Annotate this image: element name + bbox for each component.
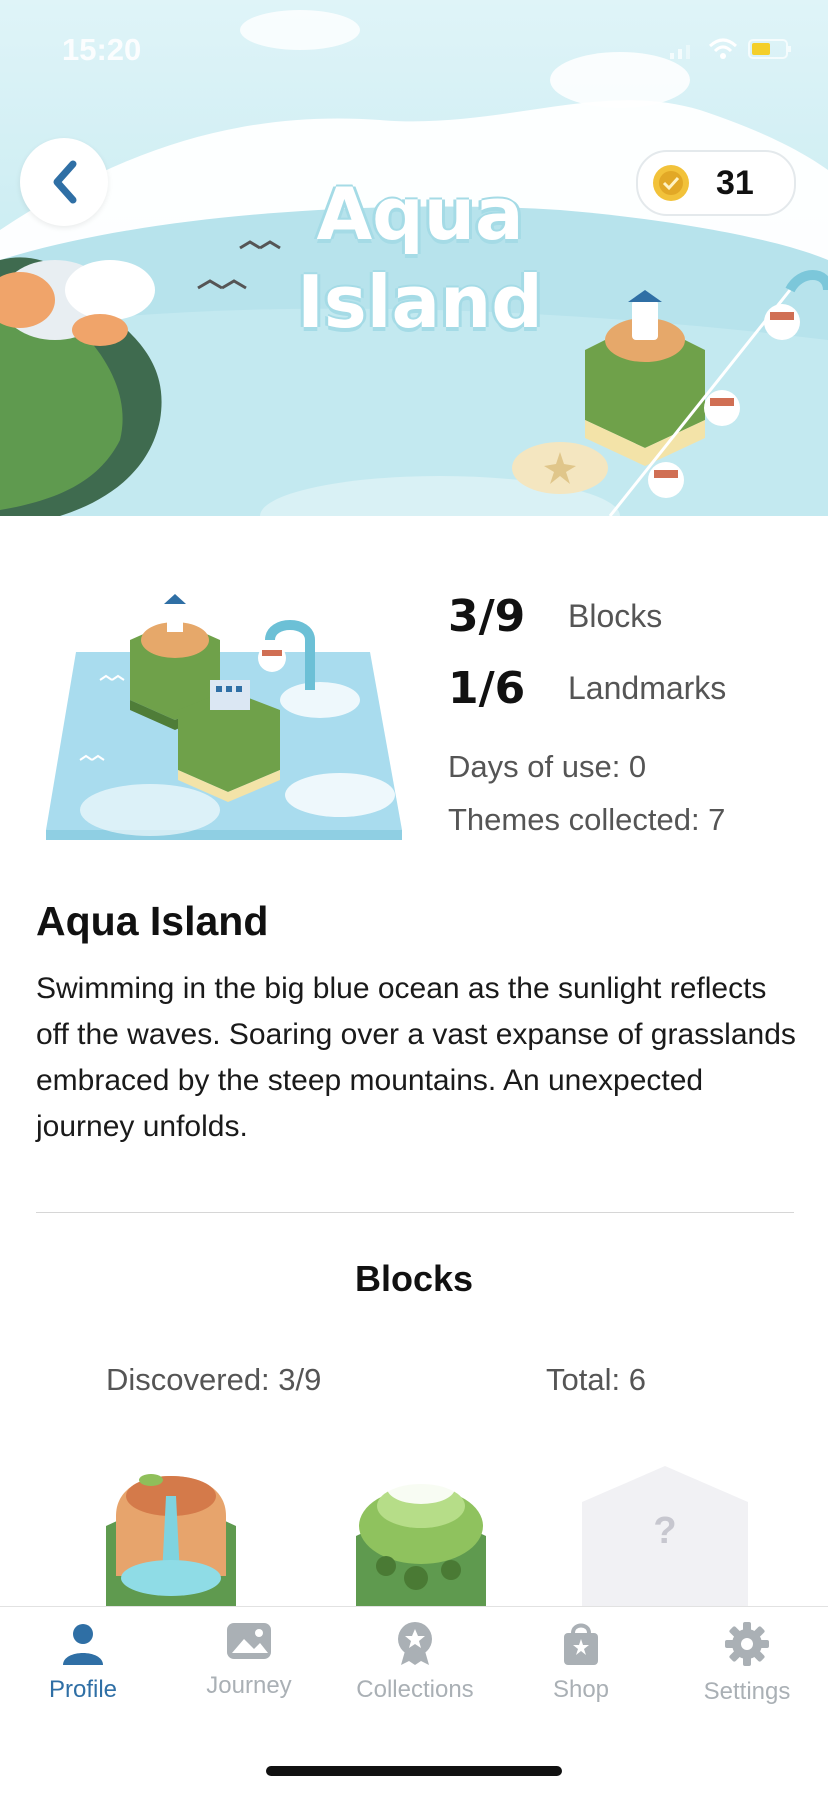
coin-count: 31 — [716, 163, 754, 202]
hero-title-line2: Island — [297, 260, 543, 344]
section-divider — [36, 1212, 794, 1213]
coin-icon — [653, 165, 689, 201]
island-stats: 3/9 Blocks 1/6 Landmarks — [448, 580, 726, 724]
tab-settings-label: Settings — [703, 1678, 791, 1705]
days-of-use: Days of use: 0 — [448, 749, 647, 784]
island-meta: Days of use: 0 Themes collected: 7 — [448, 740, 725, 846]
unknown-block-symbol: ? — [653, 1510, 677, 1552]
tab-shop[interactable]: Shop — [498, 1621, 664, 1704]
tab-shop-label: Shop — [552, 1676, 610, 1703]
tab-profile-label: Profile — [48, 1676, 118, 1703]
unknown-block[interactable]: ? — [580, 1466, 750, 1606]
blocks-stat-value: 3/9 — [448, 590, 526, 642]
blocks-heading: Blocks — [354, 1258, 474, 1299]
gear-icon — [725, 1622, 769, 1666]
status-bar: 15:20 — [0, 30, 828, 70]
blocks-total: Total: 6 — [546, 1362, 646, 1397]
landmarks-stat-label: Landmarks — [568, 669, 727, 706]
blocks-discovered: Discovered: 3/9 — [106, 1362, 322, 1397]
tab-journey-label: Journey — [206, 1672, 292, 1699]
tab-journey[interactable]: Journey — [166, 1621, 332, 1700]
image-icon — [227, 1623, 271, 1659]
island-map-thumbnail — [46, 594, 402, 840]
themes-collected: Themes collected: 7 — [448, 802, 726, 837]
landmarks-stat: 1/6 Landmarks — [448, 652, 726, 724]
wifi-icon — [708, 38, 738, 59]
grass-hill-block[interactable] — [346, 1466, 496, 1606]
status-time: 15:20 — [62, 32, 142, 67]
home-indicator[interactable] — [266, 1766, 562, 1776]
hero-banner: 15:20 31 Aqua Island — [0, 0, 828, 516]
back-button[interactable] — [20, 138, 108, 226]
hero-title-line1: Aqua — [316, 172, 524, 256]
description-title: Aqua Island — [36, 898, 269, 944]
landmarks-stat-value: 1/6 — [448, 662, 526, 714]
chevron-left-icon — [53, 160, 77, 204]
signal-icon — [670, 45, 690, 59]
tab-bar: Profile Journey Collections Shop Setting… — [0, 1606, 828, 1793]
tab-profile[interactable]: Profile — [0, 1621, 166, 1704]
shopping-bag-icon — [564, 1623, 598, 1665]
person-icon — [63, 1624, 103, 1665]
badge-icon — [398, 1622, 432, 1665]
blocks-stat-label: Blocks — [568, 597, 663, 634]
coin-balance[interactable]: 31 — [636, 150, 796, 216]
tab-collections-label: Collections — [356, 1676, 474, 1703]
waterfall-block[interactable] — [96, 1466, 246, 1606]
status-icons — [670, 38, 792, 60]
tab-collections[interactable]: Collections — [332, 1621, 498, 1704]
battery-icon — [748, 39, 791, 59]
hero-title: Aqua Island — [250, 170, 590, 346]
blocks-stat: 3/9 Blocks — [448, 580, 726, 652]
description-body: Swimming in the big blue ocean as the su… — [36, 972, 796, 1143]
tab-settings[interactable]: Settings — [664, 1621, 828, 1706]
